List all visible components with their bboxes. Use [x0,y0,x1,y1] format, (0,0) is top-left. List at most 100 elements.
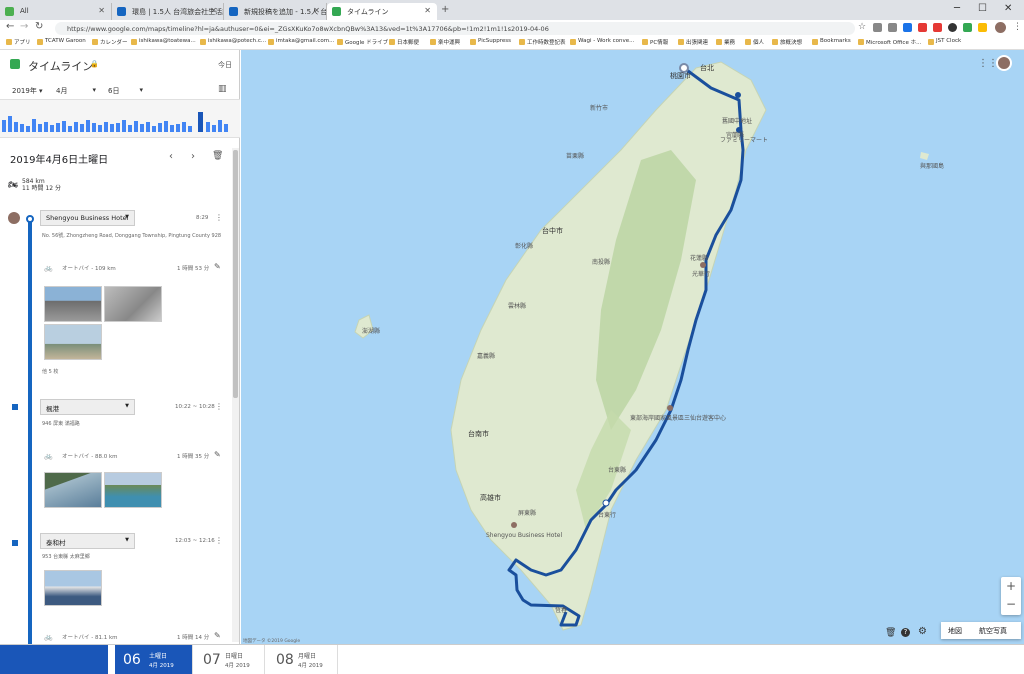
photo-thumbnail[interactable] [104,286,162,322]
bookmark-item[interactable]: 楽中運興 [430,38,460,46]
bookmark-item[interactable]: アプリ [6,38,31,46]
window-controls: ─ ☐ ✕ [944,0,1024,20]
close-window-icon[interactable]: ✕ [1004,3,1012,14]
close-icon[interactable]: ✕ [210,6,217,15]
forward-icon[interactable]: → [20,21,28,32]
extension-icon[interactable] [948,23,957,32]
close-icon[interactable]: ✕ [313,6,320,15]
zoom-out-button[interactable]: − [1001,595,1021,613]
today-button[interactable]: 今日 [218,60,232,70]
day-card[interactable]: 08 月曜日 4月 2019 [268,645,338,674]
photo-thumbnail[interactable] [104,472,162,508]
edit-icon[interactable]: ✎ [214,631,221,640]
extension-icon[interactable] [978,23,987,32]
bookmark-item[interactable]: TCATW Garoon [37,38,86,45]
tab-favicon-icon [5,7,14,16]
extension-icon[interactable] [918,23,927,32]
satellite-type-button[interactable]: 航空写真 [979,626,1007,636]
bookmark-item[interactable]: Bookmarks [812,38,851,45]
profile-avatar[interactable] [995,22,1006,33]
bookmark-item[interactable]: Microsoft Office ホ... [858,38,921,46]
star-icon[interactable]: ☆ [858,22,866,32]
more-icon[interactable]: ⋮ [215,402,223,411]
map-canvas[interactable] [241,50,1024,644]
edit-icon[interactable]: ✎ [214,262,221,271]
bookmark-item[interactable]: ishikawa@potech.c... [200,38,266,45]
tab-blog[interactable]: 環島 | 1.5人 台湾旅会社生活記 ✕ [112,3,224,20]
tab-new-post[interactable]: 新規投稿を追加 - 1.5人 台湾生活✕ [224,3,327,20]
route-pin-icon [667,405,673,411]
place-time: 12:03 ~ 12:16 [175,538,215,544]
account-avatar[interactable] [996,55,1012,71]
place-chip[interactable]: 泰和村 ▼ [40,533,135,549]
more-icon[interactable]: ⋮ [215,536,223,545]
bookmark-item[interactable]: imtaka@gmail.com... [268,38,334,45]
help-icon[interactable]: ? [901,628,910,637]
map-type-button[interactable]: 地図 [948,626,962,636]
back-icon[interactable]: ← [6,21,14,32]
bookmark-item[interactable]: カレンダー [92,38,128,46]
delete-day-icon[interactable]: 🗑 [212,151,223,161]
small-island [920,152,929,160]
bookmark-item[interactable]: ishikawa@toatewa... [131,38,196,45]
bookmark-item[interactable]: PicSuppress [470,38,511,45]
day-title: 2019年4月6日土曜日 [10,155,109,166]
bookmark-item[interactable]: 工作時数登記表 [519,38,566,46]
minimize-icon[interactable]: ─ [954,3,960,14]
prev-day-icon[interactable]: ‹ [169,151,173,162]
next-day-icon[interactable]: › [191,151,195,162]
tab-favicon-icon [229,7,238,16]
bookmark-item[interactable]: 個人 [745,38,764,46]
scrollbar-thumb[interactable] [233,150,238,398]
tab-timeline[interactable]: タイムライン ✕ [327,3,437,20]
place-chip[interactable]: Shengyou Business Hotel ▼ [40,210,135,226]
tab-all[interactable]: All ✕ [0,3,112,20]
close-icon[interactable]: ✕ [424,6,431,15]
zoom-in-button[interactable]: + [1001,577,1021,595]
chart-icon[interactable]: ▥ [218,84,227,94]
month-select[interactable]: 4月 ▾ [56,86,96,96]
url-input[interactable]: https://www.google.com/maps/timeline?hl=… [55,22,855,35]
photo-thumbnail[interactable] [44,570,102,606]
tab-favicon-icon [117,7,126,16]
apps-grid-icon[interactable]: ⋮⋮ [978,58,998,69]
map-label: 台東縣 [608,467,627,474]
more-icon[interactable]: ⋮ [215,213,223,222]
bookmark-item[interactable]: Wagi - Work conve... [570,38,634,45]
edit-icon[interactable]: ✎ [214,450,221,459]
map-label: 嘉義縣 [477,353,496,360]
photo-thumbnail[interactable] [44,286,102,322]
more-photos-link[interactable]: 他 5 枚 [42,368,58,375]
place-chip[interactable]: 楓港 ▼ [40,399,135,415]
day-card[interactable]: 07 日曜日 4月 2019 [195,645,265,674]
trash-icon[interactable]: 🗑 [885,628,896,638]
extension-icon[interactable] [888,23,897,32]
map-label: 新竹市 [590,105,609,112]
maximize-icon[interactable]: ☐ [978,3,987,14]
bookmark-item[interactable]: Google ドライブ [337,38,388,46]
photo-thumbnail[interactable] [44,324,102,360]
new-tab-button[interactable]: + [441,4,449,15]
bookmark-item[interactable]: 旅概決想 [772,38,802,46]
extension-icon[interactable] [873,23,882,32]
day-select[interactable]: 6日 ▾ [108,86,143,96]
bookmark-item[interactable]: 出張関連 [678,38,708,46]
zoom-controls: + − [1001,577,1021,615]
timeline-panel [0,50,240,644]
settings-gear-icon[interactable]: ⚙ [918,626,927,637]
bookmark-item[interactable]: PC情報 [642,38,668,46]
extension-icon[interactable] [963,23,972,32]
extension-icon[interactable] [903,23,912,32]
extension-icon[interactable] [933,23,942,32]
year-select[interactable]: 2019年 ▾ [12,86,43,96]
photo-thumbnail[interactable] [44,472,102,508]
close-icon[interactable]: ✕ [98,6,105,15]
reload-icon[interactable]: ↻ [35,21,43,32]
menu-icon[interactable]: ⋮ [1013,22,1022,32]
day-card-selected[interactable]: 06 土曜日 4月 2019 [115,645,193,674]
bookmark-item[interactable]: 日本郵便 [389,38,419,46]
bookmark-item[interactable]: 業務 [716,38,735,46]
maps-logo-icon [10,59,20,69]
bookmark-item[interactable]: JST Clock [928,38,961,45]
place-marker-icon [12,404,18,410]
